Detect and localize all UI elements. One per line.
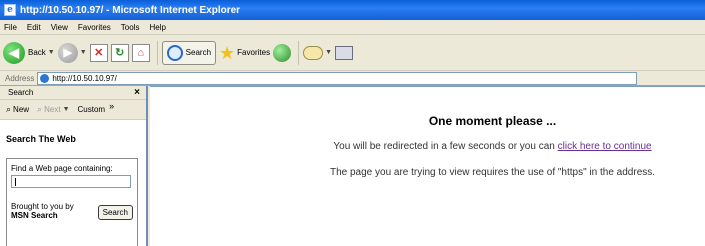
requires-https-text: The page you are trying to view requires… (329, 167, 656, 178)
search-pane-content: Search The Web Find a Web page containin… (0, 120, 146, 246)
refresh-icon: ↻ (110, 43, 129, 62)
provider-name: MSN Search (11, 211, 58, 220)
search-web-heading: Search The Web (6, 134, 76, 144)
page-icon (40, 73, 50, 83)
find-label: Find a Web page containing: (11, 164, 113, 173)
more-chevron-icon[interactable]: » (109, 101, 114, 111)
chevron-down-icon: ▼ (62, 106, 70, 113)
menu-bar: File Edit View Favorites Tools Help (0, 20, 705, 35)
chevron-down-icon[interactable]: ▼ (48, 49, 55, 56)
customize-label: Custom (77, 105, 106, 114)
home-icon: ⌂ (131, 43, 150, 62)
ie-logo-icon: e (4, 4, 16, 16)
refresh-button[interactable]: ↻ (110, 39, 129, 67)
new-label: New (13, 105, 30, 114)
browser-window: e http://10.50.10.97/ - Microsoft Intern… (0, 0, 705, 246)
print-button[interactable] (335, 39, 354, 67)
back-label: Back (28, 48, 46, 57)
search-pane: Search × ⌕ New ⌕ Next ▼ Custom » Search … (0, 86, 148, 246)
new-search-button[interactable]: ⌕ New (6, 104, 29, 115)
chevron-down-icon[interactable]: ▼ (80, 49, 87, 56)
menu-edit[interactable]: Edit (27, 23, 41, 32)
menu-help[interactable]: Help (149, 23, 165, 32)
continue-link[interactable]: click here to continue (558, 141, 652, 152)
menu-favorites[interactable]: Favorites (78, 23, 111, 32)
address-field[interactable]: http://10.50.10.97/ (37, 71, 638, 85)
next-search-icon: ⌕ (37, 104, 43, 114)
chevron-down-icon[interactable]: ▼ (325, 49, 332, 56)
brought-by-label: Brought to you by (11, 202, 74, 211)
search-pane-toolbar: ⌕ New ⌕ Next ▼ Custom » (0, 100, 146, 120)
menu-tools[interactable]: Tools (121, 23, 140, 32)
address-bar: Address http://10.50.10.97/ (0, 71, 705, 86)
address-label: Address (5, 73, 35, 83)
next-label: Next (44, 105, 61, 114)
media-icon (273, 43, 292, 62)
menu-view[interactable]: View (51, 23, 68, 32)
toolbar-separator (298, 40, 300, 65)
menu-file[interactable]: File (4, 23, 17, 32)
toolbar-separator (156, 40, 158, 65)
new-search-icon: ⌕ (6, 104, 12, 114)
stop-icon: ✕ (89, 43, 108, 62)
forward-button[interactable]: ▶ ▼ (57, 39, 87, 67)
search-pane-title: Search (8, 88, 34, 97)
search-icon (166, 44, 183, 61)
search-submit-button[interactable]: Search (97, 205, 133, 220)
redirect-line: You will be redirected in a few seconds … (280, 141, 705, 152)
media-button[interactable] (273, 39, 292, 67)
mail-icon (303, 45, 324, 60)
favorites-star-icon: ★ (219, 42, 236, 63)
back-arrow-icon: ◀ (3, 41, 25, 64)
standard-toolbar: ◀ Back ▼ ▶ ▼ ✕ ↻ ⌂ Search ★ Favorites ▼ (0, 35, 705, 71)
search-pane-header: Search × (0, 86, 146, 100)
favorites-button[interactable]: ★ Favorites (219, 39, 270, 67)
close-icon[interactable]: × (134, 87, 140, 98)
forward-arrow-icon: ▶ (57, 42, 78, 63)
page-content: One moment please ... You will be redire… (150, 86, 705, 246)
find-input[interactable] (11, 175, 131, 188)
print-icon (335, 45, 354, 60)
window-title: http://10.50.10.97/ - Microsoft Internet… (20, 4, 241, 16)
brought-row: Brought to you by MSN Search Search (11, 202, 133, 220)
redirect-text: You will be redirected in a few seconds … (333, 141, 558, 152)
title-bar: e http://10.50.10.97/ - Microsoft Intern… (0, 0, 705, 20)
text-caret (15, 178, 16, 186)
home-button[interactable]: ⌂ (131, 39, 150, 67)
content-inner: One moment please ... You will be redire… (150, 114, 705, 178)
back-button[interactable]: ◀ Back ▼ (3, 39, 55, 67)
page-heading: One moment please ... (428, 114, 557, 128)
brought-by-text: Brought to you by MSN Search (11, 202, 74, 220)
mail-button[interactable]: ▼ (303, 39, 332, 67)
address-value: http://10.50.10.97/ (52, 73, 117, 83)
stop-button[interactable]: ✕ (89, 39, 108, 67)
search-button[interactable]: Search (161, 40, 217, 65)
favorites-label: Favorites (237, 48, 271, 57)
customize-button[interactable]: Custom (78, 105, 106, 114)
next-button[interactable]: ⌕ Next ▼ (37, 104, 69, 115)
search-label: Search (185, 48, 212, 57)
search-form: Find a Web page containing: Brought to y… (6, 158, 138, 246)
